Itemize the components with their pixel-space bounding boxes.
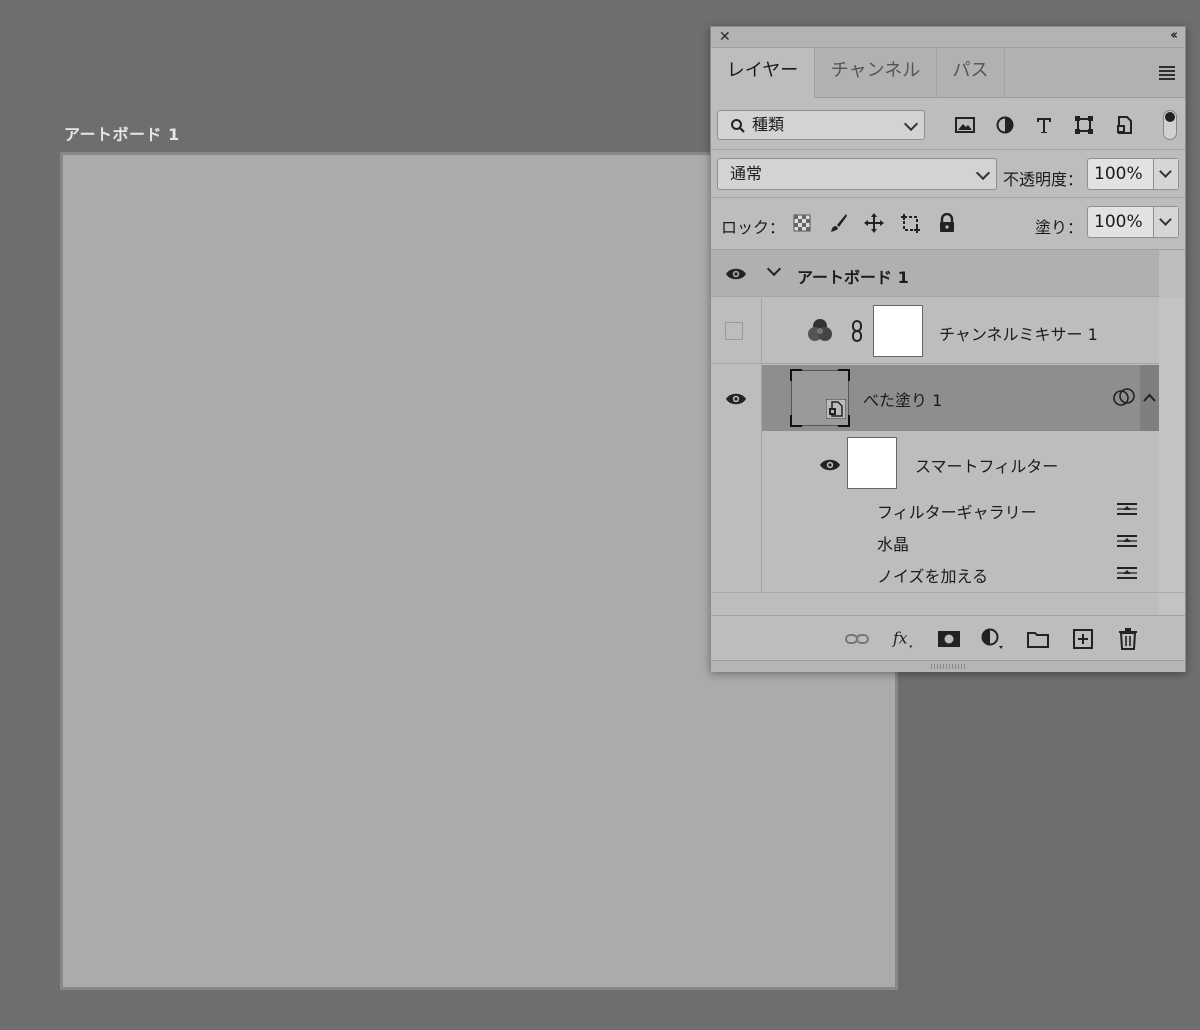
tab-channels[interactable]: チャンネル: [815, 48, 937, 97]
filter-name[interactable]: 水晶: [877, 531, 909, 555]
collapse-icon[interactable]: ‹‹: [1170, 28, 1178, 44]
filter-row-gallery[interactable]: フィルターギャラリー: [711, 493, 1159, 523]
layer-mask-thumbnail[interactable]: [873, 305, 923, 357]
search-icon: [730, 111, 746, 139]
add-mask-icon[interactable]: [937, 628, 961, 650]
solid-fill-layer-name[interactable]: べた塗り 1: [863, 387, 942, 411]
layers-panel: ✕ ‹‹ レイヤー チャンネル パス 種類 通常 不透明度： 100% ロック：…: [710, 26, 1186, 672]
layer-filter-row: 種類: [711, 101, 1185, 147]
eye-icon[interactable]: [819, 457, 841, 471]
layers-list: アートボード 1 チャンネルミキサー 1 べた塗り 1 スマートフィルター フィ…: [711, 249, 1185, 616]
artboard-label[interactable]: アートボード 1: [64, 121, 180, 145]
svg-text:fx: fx: [892, 629, 908, 648]
artboard-layer-name[interactable]: アートボード 1: [797, 264, 909, 288]
new-adjustment-layer-icon[interactable]: [981, 628, 1005, 650]
visibility-toggle-empty[interactable]: [725, 322, 743, 340]
filter-kind-label: 種類: [752, 115, 785, 134]
fx-layer-style-icon[interactable]: fx: [891, 628, 915, 650]
lock-row: ロック： 塗り： 100%: [711, 197, 1185, 247]
new-layer-icon[interactable]: [1071, 628, 1095, 650]
trash-icon[interactable]: [1116, 628, 1140, 650]
layers-scrollbar[interactable]: [1159, 298, 1185, 616]
opacity-label: 不透明度：: [1003, 170, 1084, 189]
opacity-value: 100%: [1094, 164, 1143, 184]
adjustment-filter-icon[interactable]: [994, 114, 1016, 136]
tab-layers[interactable]: レイヤー: [711, 48, 815, 98]
panel-bottom-toolbar: fx: [711, 615, 1185, 662]
smart-filter-indicator-icon[interactable]: [1113, 387, 1135, 411]
panel-tabs: レイヤー チャンネル パス: [711, 48, 1185, 98]
lock-label: ロック：: [721, 218, 786, 237]
shape-filter-icon[interactable]: [1073, 114, 1095, 136]
filter-kind-select[interactable]: 種類: [717, 110, 925, 140]
layer-row-solid-fill[interactable]: べた塗り 1: [711, 365, 1159, 431]
opacity-field[interactable]: 100%: [1087, 158, 1179, 190]
smart-object-thumbnail[interactable]: [790, 369, 850, 427]
collapse-handle[interactable]: [1140, 365, 1159, 431]
lock-transparency-icon[interactable]: [791, 212, 813, 234]
blend-mode-value: 通常: [730, 164, 763, 183]
channel-mixer-adjustment-icon: [807, 318, 833, 346]
type-filter-icon[interactable]: [1033, 114, 1055, 136]
smart-object-badge-icon: [825, 398, 847, 423]
image-filter-icon[interactable]: [954, 114, 976, 136]
chevron-down-icon: [975, 165, 991, 181]
blend-row: 通常 不透明度： 100%: [711, 149, 1185, 195]
opacity-dropdown-button[interactable]: [1153, 159, 1178, 189]
filter-blending-options-icon[interactable]: [1117, 565, 1137, 581]
chevron-down-icon: [903, 116, 919, 132]
layer-row-channel-mixer[interactable]: チャンネルミキサー 1: [711, 298, 1159, 364]
link-layers-icon[interactable]: [845, 628, 869, 650]
fill-value: 100%: [1094, 212, 1143, 232]
panel-menu-icon[interactable]: [1159, 66, 1175, 80]
filter-blending-options-icon[interactable]: [1117, 501, 1137, 517]
panel-resize-grip[interactable]: [711, 660, 1185, 672]
chevron-down-icon[interactable]: [766, 261, 782, 277]
fill-label: 塗り：: [1035, 218, 1084, 237]
filter-name[interactable]: フィルターギャラリー: [877, 499, 1037, 523]
new-group-folder-icon[interactable]: [1026, 628, 1050, 650]
panel-title-bar[interactable]: ✕ ‹‹: [711, 27, 1185, 48]
lock-all-icon[interactable]: [936, 212, 958, 234]
lock-position-move-icon[interactable]: [863, 212, 885, 234]
smart-filter-label[interactable]: スマートフィルター: [915, 453, 1058, 477]
channel-mixer-layer-name[interactable]: チャンネルミキサー 1: [939, 321, 1098, 345]
blend-mode-select[interactable]: 通常: [717, 158, 997, 190]
filter-name[interactable]: ノイズを加える: [877, 563, 988, 587]
fill-field[interactable]: 100%: [1087, 206, 1179, 238]
lock-artboard-icon[interactable]: [899, 212, 921, 234]
filter-toggle-switch[interactable]: [1163, 110, 1177, 140]
layer-row-smart-filters[interactable]: スマートフィルター: [711, 433, 1159, 493]
tab-paths[interactable]: パス: [937, 48, 1005, 97]
smart-object-filter-icon[interactable]: [1114, 114, 1136, 136]
layer-row-artboard[interactable]: アートボード 1: [711, 250, 1159, 297]
fill-dropdown-button[interactable]: [1153, 207, 1178, 237]
lock-image-brush-icon[interactable]: [827, 212, 849, 234]
filter-row-add-noise[interactable]: ノイズを加える: [711, 557, 1159, 587]
smart-filter-mask-thumbnail[interactable]: [847, 437, 897, 489]
divider: [711, 592, 1185, 593]
eye-icon[interactable]: [725, 266, 747, 280]
link-chain-icon[interactable]: [851, 320, 863, 346]
eye-icon[interactable]: [725, 391, 747, 405]
filter-row-crystallize[interactable]: 水晶: [711, 525, 1159, 555]
close-icon[interactable]: ✕: [719, 29, 731, 45]
filter-blending-options-icon[interactable]: [1117, 533, 1137, 549]
